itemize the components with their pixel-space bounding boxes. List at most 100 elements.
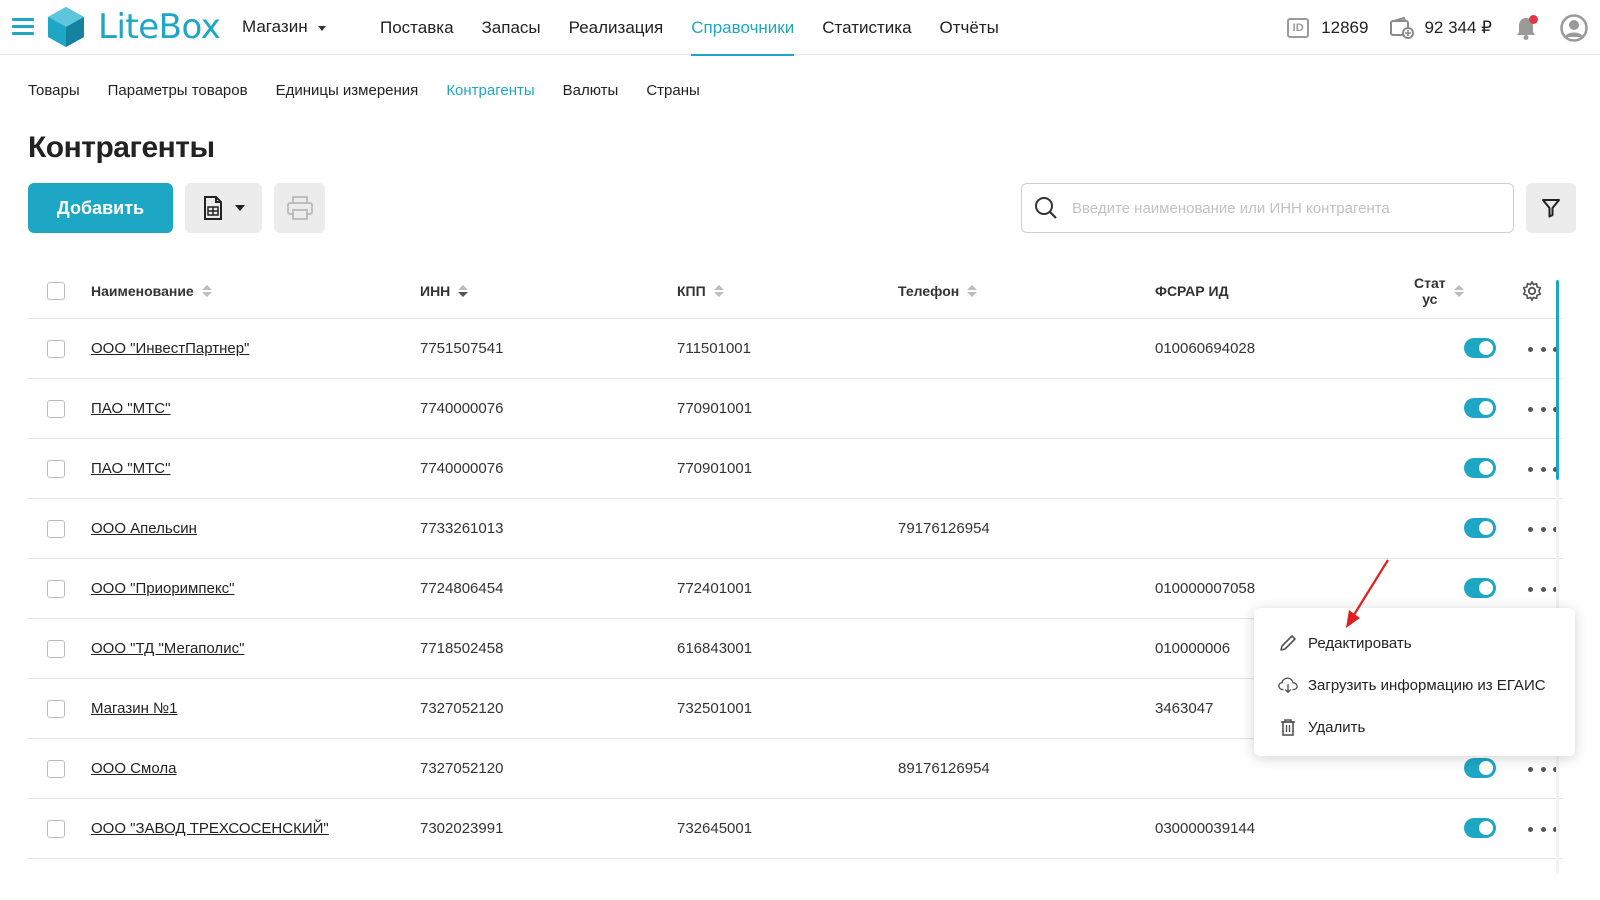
status-toggle[interactable]	[1464, 458, 1496, 478]
table-row: ПАО "МТС" 7740000076 770901001	[28, 379, 1563, 439]
column-fsrar-label: ФСРАР ИД	[1155, 283, 1229, 299]
more-actions-icon[interactable]	[1528, 761, 1558, 777]
counterparty-link[interactable]: ПАО "МТС"	[91, 460, 170, 477]
more-actions-icon[interactable]	[1528, 461, 1558, 477]
notification-dot	[1529, 14, 1538, 24]
more-actions-icon[interactable]	[1528, 821, 1558, 837]
row-checkbox[interactable]	[47, 400, 65, 418]
status-toggle[interactable]	[1464, 578, 1496, 598]
table-scrollbar[interactable]	[1556, 280, 1559, 480]
counterparty-link[interactable]: Магазин №1	[91, 700, 177, 717]
cell-name: ООО "ИнвестПартнер"	[91, 319, 249, 379]
menu-item-load-egais-label: Загрузить информацию из ЕГАИС	[1308, 676, 1546, 694]
menu-item-edit[interactable]: Редактировать	[1254, 622, 1575, 664]
print-button[interactable]	[274, 183, 325, 233]
status-toggle[interactable]	[1464, 398, 1496, 418]
cell-inn: 7724806454	[420, 580, 504, 597]
cell-kpp: 732645001	[677, 820, 753, 837]
more-actions-icon[interactable]	[1528, 581, 1558, 597]
more-actions-icon[interactable]	[1528, 401, 1558, 417]
id-badge-icon: ID	[1287, 17, 1310, 38]
counterparty-link[interactable]: ПАО "МТС"	[91, 400, 170, 417]
nav-item-reports[interactable]: Отчёты	[940, 0, 999, 55]
subnav-products[interactable]: Товары	[28, 82, 80, 99]
logo[interactable]: LiteBox	[44, 5, 221, 49]
column-header-inn[interactable]: ИНН	[420, 263, 469, 319]
status-toggle[interactable]	[1464, 518, 1496, 538]
counterparty-link[interactable]: ООО "ЗАВОД ТРЕХСОСЕНСКИЙ"	[91, 820, 329, 837]
counterparty-link[interactable]: ООО "ТД "Мегаполис"	[91, 640, 244, 657]
more-actions-icon[interactable]	[1528, 341, 1558, 357]
export-button[interactable]	[185, 183, 262, 233]
row-checkbox[interactable]	[47, 460, 65, 478]
status-toggle[interactable]	[1464, 338, 1496, 358]
search-box	[1021, 183, 1514, 233]
subnav-countries[interactable]: Страны	[646, 82, 699, 99]
cell-kpp: 732501001	[677, 700, 753, 717]
nav-item-sales[interactable]: Реализация	[569, 0, 664, 55]
cell-kpp: 770901001	[677, 400, 753, 417]
row-checkbox[interactable]	[47, 820, 65, 838]
store-label: Магазин	[242, 17, 308, 36]
nav-item-supply[interactable]: Поставка	[380, 0, 454, 55]
subnav-currencies[interactable]: Валюты	[563, 82, 619, 99]
cell-fsrar: 030000039144	[1155, 820, 1256, 837]
status-toggle[interactable]	[1464, 818, 1496, 838]
column-header-kpp[interactable]: КПП	[677, 263, 724, 319]
nav-item-stock[interactable]: Запасы	[482, 0, 541, 55]
row-checkbox[interactable]	[47, 340, 65, 358]
column-status-label-line2: ус	[1422, 291, 1438, 307]
row-checkbox[interactable]	[47, 580, 65, 598]
menu-item-delete[interactable]: Удалить	[1254, 706, 1575, 748]
cell-name: ООО Смола	[91, 739, 176, 799]
row-checkbox[interactable]	[47, 640, 65, 658]
notifications-bell[interactable]	[1514, 14, 1538, 41]
sort-icon	[201, 285, 212, 297]
balance-value: 92 344 ₽	[1424, 17, 1492, 37]
menu-item-delete-label: Удалить	[1308, 718, 1366, 736]
row-checkbox[interactable]	[47, 520, 65, 538]
column-header-phone[interactable]: Телефон	[898, 263, 978, 319]
filter-button[interactable]	[1526, 183, 1576, 233]
counterparty-link[interactable]: ООО Смола	[91, 760, 176, 777]
main-nav: Поставка Запасы Реализация Справочники С…	[380, 0, 1027, 56]
table-row: ООО Апельсин 7733261013 79176126954	[28, 499, 1563, 559]
subnav-product-params[interactable]: Параметры товаров	[108, 82, 248, 99]
cell-fsrar: 010000007058	[1155, 580, 1256, 597]
counterparty-link[interactable]: ООО "ИнвестПартнер"	[91, 340, 249, 357]
table-row: ООО "ИнвестПартнер" 7751507541 711501001…	[28, 319, 1563, 379]
subnav-units[interactable]: Единицы измерения	[276, 82, 419, 99]
nav-item-directories[interactable]: Справочники	[691, 0, 795, 56]
table-header: Наименование ИНН КПП Телефон ФСРАР ИД Ст…	[28, 263, 1563, 319]
user-avatar-icon[interactable]	[1560, 13, 1588, 42]
row-checkbox[interactable]	[47, 760, 65, 778]
trash-icon	[1281, 719, 1295, 736]
column-inn-label: ИНН	[420, 283, 451, 299]
cell-kpp: 711501001	[677, 340, 751, 357]
nav-item-statistics[interactable]: Статистика	[822, 0, 911, 55]
subnav-counterparties[interactable]: Контрагенты	[446, 82, 534, 99]
more-actions-icon[interactable]	[1528, 521, 1558, 537]
menu-icon[interactable]	[12, 18, 34, 35]
column-header-fsrar[interactable]: ФСРАР ИД	[1155, 263, 1229, 319]
store-selector[interactable]: Магазин	[242, 17, 326, 37]
spreadsheet-file-icon	[203, 196, 222, 220]
balance[interactable]: 92 344 ₽	[1390, 16, 1492, 39]
column-header-status[interactable]: Стат ус	[1414, 263, 1464, 319]
column-status-label-line1: Стат	[1414, 275, 1446, 291]
cell-fsrar: 010000006	[1155, 640, 1231, 657]
row-checkbox[interactable]	[47, 700, 65, 718]
column-header-name[interactable]: Наименование	[91, 263, 212, 319]
menu-item-load-egais[interactable]: Загрузить информацию из ЕГАИС	[1254, 664, 1575, 706]
table-row: ПАО "МТС" 7740000076 770901001	[28, 439, 1563, 499]
select-all-checkbox[interactable]	[47, 282, 65, 300]
status-toggle[interactable]	[1464, 758, 1496, 778]
gear-icon[interactable]	[1521, 280, 1543, 302]
search-input[interactable]	[1072, 199, 1492, 217]
cell-kpp: 770901001	[677, 460, 753, 477]
cell-phone: 79176126954	[898, 520, 990, 537]
cell-name: ПАО "МТС"	[91, 379, 170, 439]
add-button[interactable]: Добавить	[28, 183, 173, 233]
counterparty-link[interactable]: ООО Апельсин	[91, 520, 197, 537]
counterparty-link[interactable]: ООО "Приоримпекс"	[91, 580, 234, 597]
